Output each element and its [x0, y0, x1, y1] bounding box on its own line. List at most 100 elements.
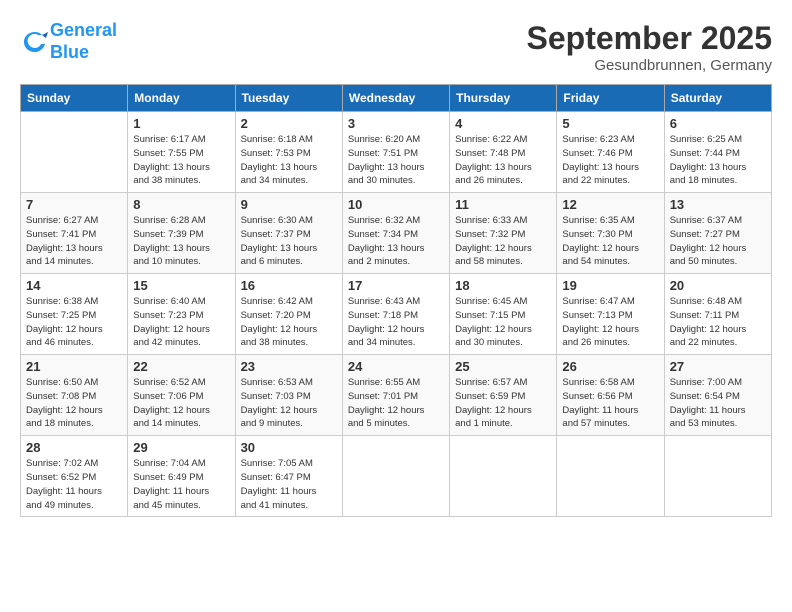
day-info: Sunrise: 6:25 AM Sunset: 7:44 PM Dayligh…	[670, 133, 766, 188]
day-info: Sunrise: 6:20 AM Sunset: 7:51 PM Dayligh…	[348, 133, 444, 188]
day-info: Sunrise: 6:32 AM Sunset: 7:34 PM Dayligh…	[348, 214, 444, 269]
calendar-cell: 14 Sunrise: 6:38 AM Sunset: 7:25 PM Dayli…	[21, 274, 128, 355]
calendar-cell: 27Sunrise: 7:00 AM Sunset: 6:54 PM Dayli…	[664, 355, 771, 436]
day-info: Sunrise: 6:58 AM Sunset: 6:56 PM Dayligh…	[562, 376, 658, 431]
week-row-1: 1 Sunrise: 6:17 AM Sunset: 7:55 PM Daylig…	[21, 112, 772, 193]
day-info: Sunrise: 6:33 AM Sunset: 7:32 PM Dayligh…	[455, 214, 551, 269]
day-info: Sunrise: 6:17 AM Sunset: 7:55 PM Dayligh…	[133, 133, 229, 188]
calendar-cell: 11 Sunrise: 6:33 AM Sunset: 7:32 PM Dayli…	[450, 193, 557, 274]
weekday-header-tuesday: Tuesday	[235, 85, 342, 112]
day-number: 26	[562, 359, 658, 374]
week-row-5: 28 Sunrise: 7:02 AM Sunset: 6:52 PM Dayli…	[21, 436, 772, 517]
calendar-cell: 21Sunrise: 6:50 AM Sunset: 7:08 PM Dayli…	[21, 355, 128, 436]
day-number: 1	[133, 116, 229, 131]
day-info: Sunrise: 6:35 AM Sunset: 7:30 PM Dayligh…	[562, 214, 658, 269]
calendar-cell: 1 Sunrise: 6:17 AM Sunset: 7:55 PM Daylig…	[128, 112, 235, 193]
day-info: Sunrise: 6:38 AM Sunset: 7:25 PM Dayligh…	[26, 295, 122, 350]
day-number: 15	[133, 278, 229, 293]
calendar-cell: 30Sunrise: 7:05 AM Sunset: 6:47 PM Dayli…	[235, 436, 342, 517]
day-number: 6	[670, 116, 766, 131]
calendar-cell: 25 Sunrise: 6:57 AM Sunset: 6:59 PM Dayli…	[450, 355, 557, 436]
calendar-cell: 28 Sunrise: 7:02 AM Sunset: 6:52 PM Dayli…	[21, 436, 128, 517]
day-info: Sunrise: 6:37 AM Sunset: 7:27 PM Dayligh…	[670, 214, 766, 269]
day-number: 13	[670, 197, 766, 212]
day-number: 28	[26, 440, 122, 455]
calendar-cell: 7Sunrise: 6:27 AM Sunset: 7:41 PM Daylig…	[21, 193, 128, 274]
day-info: Sunrise: 6:40 AM Sunset: 7:23 PM Dayligh…	[133, 295, 229, 350]
weekday-header-row: SundayMondayTuesdayWednesdayThursdayFrid…	[21, 85, 772, 112]
week-row-2: 7Sunrise: 6:27 AM Sunset: 7:41 PM Daylig…	[21, 193, 772, 274]
page-header: General Blue September 2025 Gesundbrunne…	[20, 20, 772, 74]
day-number: 18	[455, 278, 551, 293]
calendar-cell: 22 Sunrise: 6:52 AM Sunset: 7:06 PM Dayli…	[128, 355, 235, 436]
day-number: 10	[348, 197, 444, 212]
day-number: 3	[348, 116, 444, 131]
day-number: 23	[241, 359, 337, 374]
day-info: Sunrise: 7:02 AM Sunset: 6:52 PM Dayligh…	[26, 457, 122, 512]
day-number: 11	[455, 197, 551, 212]
title-block: September 2025 Gesundbrunnen, Germany	[527, 20, 772, 74]
calendar-cell: 26 Sunrise: 6:58 AM Sunset: 6:56 PM Dayli…	[557, 355, 664, 436]
day-info: Sunrise: 6:45 AM Sunset: 7:15 PM Dayligh…	[455, 295, 551, 350]
day-info: Sunrise: 7:04 AM Sunset: 6:49 PM Dayligh…	[133, 457, 229, 512]
day-info: Sunrise: 6:22 AM Sunset: 7:48 PM Dayligh…	[455, 133, 551, 188]
day-info: Sunrise: 7:00 AM Sunset: 6:54 PM Dayligh…	[670, 376, 766, 431]
day-info: Sunrise: 6:28 AM Sunset: 7:39 PM Dayligh…	[133, 214, 229, 269]
location: Gesundbrunnen, Germany	[527, 57, 772, 74]
calendar-cell: 16 Sunrise: 6:42 AM Sunset: 7:20 PM Dayli…	[235, 274, 342, 355]
calendar-cell: 19 Sunrise: 6:47 AM Sunset: 7:13 PM Dayli…	[557, 274, 664, 355]
day-info: Sunrise: 6:43 AM Sunset: 7:18 PM Dayligh…	[348, 295, 444, 350]
calendar-cell: 23 Sunrise: 6:53 AM Sunset: 7:03 PM Dayli…	[235, 355, 342, 436]
logo-text: General Blue	[50, 20, 117, 63]
month-title: September 2025	[527, 20, 772, 57]
day-info: Sunrise: 6:30 AM Sunset: 7:37 PM Dayligh…	[241, 214, 337, 269]
calendar-cell	[450, 436, 557, 517]
day-info: Sunrise: 6:27 AM Sunset: 7:41 PM Dayligh…	[26, 214, 122, 269]
logo: General Blue	[20, 20, 117, 63]
calendar-cell: 18 Sunrise: 6:45 AM Sunset: 7:15 PM Dayli…	[450, 274, 557, 355]
weekday-header-friday: Friday	[557, 85, 664, 112]
day-number: 17	[348, 278, 444, 293]
calendar-cell: 4 Sunrise: 6:22 AM Sunset: 7:48 PM Daylig…	[450, 112, 557, 193]
day-info: Sunrise: 6:53 AM Sunset: 7:03 PM Dayligh…	[241, 376, 337, 431]
day-number: 25	[455, 359, 551, 374]
calendar-cell: 13 Sunrise: 6:37 AM Sunset: 7:27 PM Dayli…	[664, 193, 771, 274]
calendar-cell: 6 Sunrise: 6:25 AM Sunset: 7:44 PM Daylig…	[664, 112, 771, 193]
day-info: Sunrise: 6:42 AM Sunset: 7:20 PM Dayligh…	[241, 295, 337, 350]
day-number: 8	[133, 197, 229, 212]
calendar-cell: 24Sunrise: 6:55 AM Sunset: 7:01 PM Dayli…	[342, 355, 449, 436]
day-number: 4	[455, 116, 551, 131]
day-info: Sunrise: 6:23 AM Sunset: 7:46 PM Dayligh…	[562, 133, 658, 188]
day-info: Sunrise: 6:52 AM Sunset: 7:06 PM Dayligh…	[133, 376, 229, 431]
weekday-header-wednesday: Wednesday	[342, 85, 449, 112]
week-row-3: 14 Sunrise: 6:38 AM Sunset: 7:25 PM Dayli…	[21, 274, 772, 355]
weekday-header-sunday: Sunday	[21, 85, 128, 112]
calendar-table: SundayMondayTuesdayWednesdayThursdayFrid…	[20, 84, 772, 517]
calendar-cell: 10 Sunrise: 6:32 AM Sunset: 7:34 PM Dayli…	[342, 193, 449, 274]
day-number: 20	[670, 278, 766, 293]
week-row-4: 21Sunrise: 6:50 AM Sunset: 7:08 PM Dayli…	[21, 355, 772, 436]
calendar-cell: 3 Sunrise: 6:20 AM Sunset: 7:51 PM Daylig…	[342, 112, 449, 193]
calendar-cell: 20 Sunrise: 6:48 AM Sunset: 7:11 PM Dayli…	[664, 274, 771, 355]
calendar-cell: 2Sunrise: 6:18 AM Sunset: 7:53 PM Daylig…	[235, 112, 342, 193]
day-number: 16	[241, 278, 337, 293]
day-number: 12	[562, 197, 658, 212]
calendar-cell	[342, 436, 449, 517]
weekday-header-monday: Monday	[128, 85, 235, 112]
day-number: 19	[562, 278, 658, 293]
day-number: 9	[241, 197, 337, 212]
weekday-header-thursday: Thursday	[450, 85, 557, 112]
calendar-cell: 17 Sunrise: 6:43 AM Sunset: 7:18 PM Dayli…	[342, 274, 449, 355]
calendar-cell	[21, 112, 128, 193]
day-info: Sunrise: 6:55 AM Sunset: 7:01 PM Dayligh…	[348, 376, 444, 431]
day-info: Sunrise: 6:48 AM Sunset: 7:11 PM Dayligh…	[670, 295, 766, 350]
day-info: Sunrise: 6:47 AM Sunset: 7:13 PM Dayligh…	[562, 295, 658, 350]
day-number: 30	[241, 440, 337, 455]
calendar-cell: 29Sunrise: 7:04 AM Sunset: 6:49 PM Dayli…	[128, 436, 235, 517]
day-number: 22	[133, 359, 229, 374]
weekday-header-saturday: Saturday	[664, 85, 771, 112]
day-info: Sunrise: 6:50 AM Sunset: 7:08 PM Dayligh…	[26, 376, 122, 431]
day-info: Sunrise: 6:57 AM Sunset: 6:59 PM Dayligh…	[455, 376, 551, 431]
day-number: 14	[26, 278, 122, 293]
calendar-cell	[664, 436, 771, 517]
